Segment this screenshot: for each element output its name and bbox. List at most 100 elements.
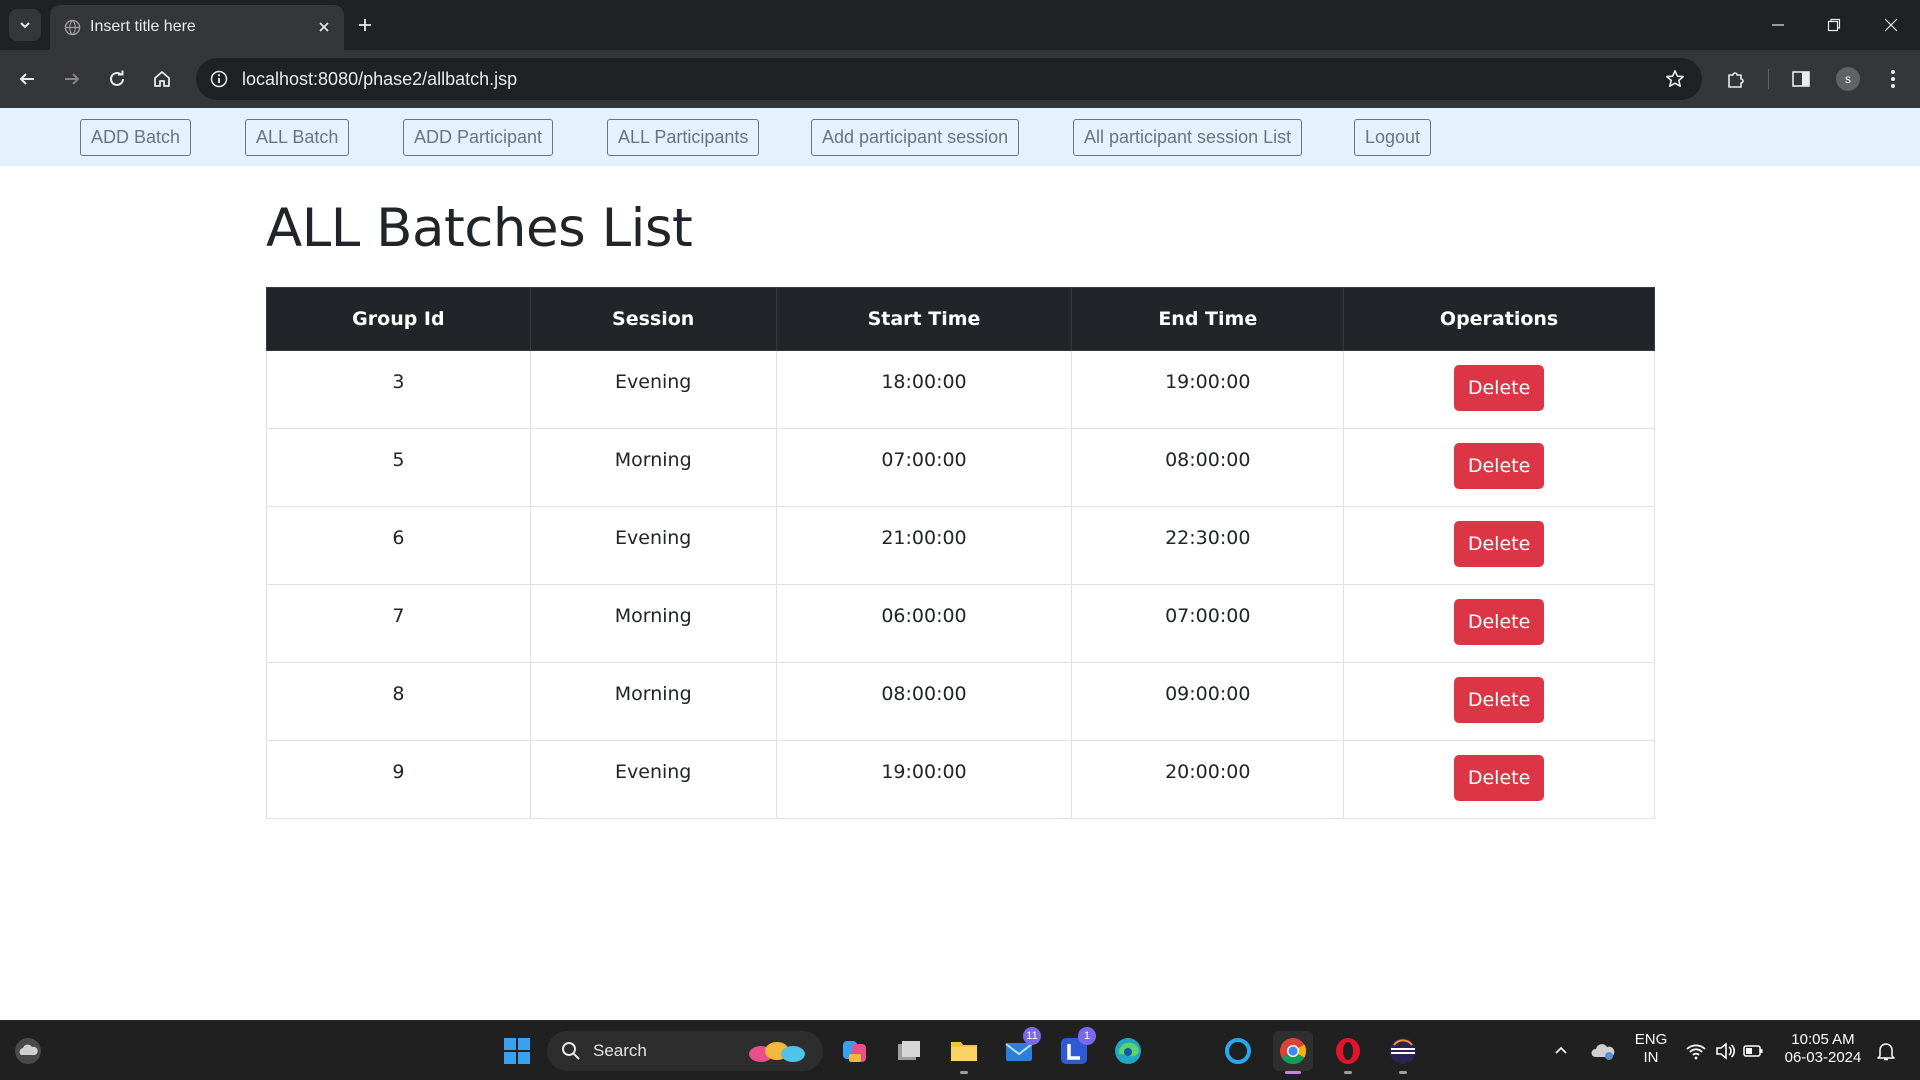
taskbar-app-copilot[interactable] [835,1031,875,1071]
taskbar-app-mail[interactable]: 11 [999,1027,1041,1071]
volume-icon [1716,1042,1735,1060]
taskbar-app-chrome[interactable] [1273,1031,1313,1074]
onedrive-cloud-icon [1591,1044,1615,1060]
address-bar[interactable]: localhost:8080/phase2/allbatch.jsp [196,58,1702,100]
browser-menu-button[interactable] [1876,62,1910,96]
close-window-button[interactable] [1862,0,1920,50]
cell-session: Morning [529,428,777,507]
close-icon [319,22,329,32]
taskbar-app-task-view[interactable] [889,1031,929,1071]
header-operations: Operations [1343,287,1655,351]
cell-group-id: 7 [266,584,531,663]
nav-logout[interactable]: Logout [1354,119,1432,156]
tab-search-button[interactable] [9,9,41,41]
cell-start-time: 08:00:00 [775,662,1073,741]
reload-button[interactable] [100,62,134,96]
nav-all-participant-sessions[interactable]: All participant session List [1073,119,1303,156]
taskbar-app-edge[interactable] [1108,1031,1148,1071]
taskbar-app-opera[interactable] [1328,1031,1368,1074]
globe-icon [64,19,81,36]
header-end-time: End Time [1071,287,1345,351]
edge-icon [1115,1038,1141,1064]
cell-session: Evening [529,740,777,819]
taskbar-app-file-explorer[interactable] [944,1031,984,1074]
minimize-button[interactable] [1749,0,1807,50]
cell-session: Evening [529,506,777,585]
clock[interactable]: 10:05 AM 06-03-2024 [1778,1031,1868,1067]
taskbar-search-box[interactable]: Search [547,1031,823,1071]
running-indicator [1344,1071,1352,1074]
table-row: 6 Evening 21:00:00 22:30:00 Delete [266,506,1655,585]
taskbar-app-eclipse[interactable] [1383,1031,1423,1074]
profile-avatar[interactable]: s [1836,67,1860,91]
extensions-button[interactable] [1719,62,1753,96]
cell-start-time: 06:00:00 [775,584,1073,663]
header-group-id: Group Id [266,287,531,351]
bookmark-button[interactable] [1662,66,1688,92]
puzzle-icon [1728,72,1744,88]
cell-group-id: 9 [266,740,531,819]
chevron-down-icon [20,22,30,29]
nav-add-batch[interactable]: ADD Batch [80,119,192,156]
back-button[interactable] [10,62,44,96]
cell-end-time: 20:00:00 [1071,740,1345,819]
delete-button[interactable]: Delete [1454,521,1545,567]
chrome-icon [1280,1038,1307,1065]
browser-tab-bar: Insert title here [0,0,1920,50]
lang-region: IN [1643,1049,1659,1066]
forward-button[interactable] [55,62,89,96]
taskbar-app-cortana[interactable] [1218,1031,1258,1071]
browser-toolbar: localhost:8080/phase2/allbatch.jsp s [0,50,1920,108]
delete-button[interactable]: Delete [1454,443,1545,489]
folder-icon [951,1042,977,1061]
cell-operations: Delete [1343,506,1655,585]
cell-end-time: 08:00:00 [1071,428,1345,507]
batches-table: Group Id Session Start Time End Time Ope… [266,287,1655,819]
nav-all-participants[interactable]: ALL Participants [607,119,760,156]
side-panel-button[interactable] [1784,62,1818,96]
home-icon [154,71,170,87]
wifi-icon [1686,1044,1706,1060]
tab-title: Insert title here [90,18,196,35]
restore-button[interactable] [1805,0,1863,50]
search-placeholder: Search [593,1041,647,1060]
search-icon [562,1042,580,1060]
cell-end-time: 07:00:00 [1071,584,1345,663]
weather-widget[interactable] [8,1031,48,1071]
site-info-button[interactable] [204,64,234,94]
tray-quick-settings[interactable] [1679,1031,1769,1071]
delete-button[interactable]: Delete [1454,677,1545,723]
eclipse-icon [1390,1038,1416,1064]
home-button[interactable] [145,62,179,96]
l-app-badge: 1 [1078,1027,1096,1045]
notifications-button[interactable] [1866,1031,1906,1071]
arrow-left-icon [19,73,34,85]
table-row: 7 Morning 06:00:00 07:00:00 Delete [266,584,1655,663]
weather-cloud-icon [15,1038,41,1064]
cell-start-time: 21:00:00 [775,506,1073,585]
nav-all-batch[interactable]: ALL Batch [245,119,350,156]
restore-icon [1827,18,1841,32]
table-header-row: Group Id Session Start Time End Time Ope… [266,287,1655,351]
table-row: 3 Evening 18:00:00 19:00:00 Delete [266,350,1655,429]
tray-overflow-button[interactable] [1541,1031,1581,1071]
delete-button[interactable]: Delete [1454,755,1545,801]
delete-button[interactable]: Delete [1454,599,1545,645]
nav-add-participant-session[interactable]: Add participant session [811,119,1020,156]
nav-add-participant[interactable]: ADD Participant [403,119,554,156]
delete-button[interactable]: Delete [1454,365,1545,411]
taskbar-app-l[interactable]: 1 [1054,1027,1096,1071]
start-button[interactable] [497,1031,537,1071]
close-tab-button[interactable] [312,15,336,39]
running-indicator [1399,1071,1407,1074]
new-tab-button[interactable] [350,10,380,40]
browser-tab-active[interactable]: Insert title here [50,5,344,50]
cortana-icon [1225,1038,1251,1064]
header-session: Session [529,287,777,351]
windows-taskbar: Search 11 1 ENG IN 10:05 AM 06-03-2024 [0,1020,1920,1080]
cell-group-id: 6 [266,506,531,585]
tray-onedrive[interactable] [1583,1031,1623,1071]
cell-session: Morning [529,584,777,663]
language-indicator[interactable]: ENG IN [1628,1031,1674,1067]
minimize-icon [1772,24,1784,26]
